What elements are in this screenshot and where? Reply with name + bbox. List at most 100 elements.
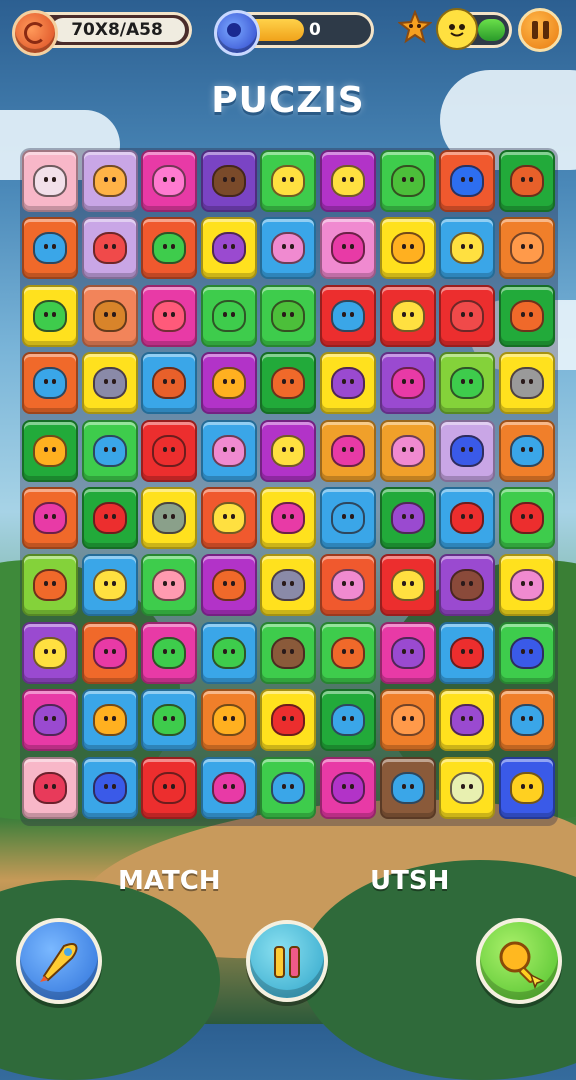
board-tile[interactable] <box>498 487 555 549</box>
board-tile[interactable] <box>498 150 555 212</box>
board-tile[interactable] <box>81 554 138 617</box>
board-tile[interactable] <box>200 217 257 280</box>
board-tile[interactable] <box>81 217 138 280</box>
board-tile[interactable] <box>200 756 257 819</box>
board-tile[interactable] <box>379 756 436 819</box>
board-tile[interactable] <box>22 150 78 212</box>
board-tile[interactable] <box>260 689 317 752</box>
board-tile[interactable] <box>320 419 376 482</box>
board-tile[interactable] <box>439 689 496 752</box>
board-tile[interactable] <box>141 756 198 819</box>
board-tile[interactable] <box>379 217 436 280</box>
board-tile[interactable] <box>379 621 436 684</box>
board-tile[interactable] <box>81 621 138 684</box>
board-tile[interactable] <box>81 419 138 482</box>
board-tile[interactable] <box>200 150 257 212</box>
board-tile[interactable] <box>320 487 376 549</box>
board-tile[interactable] <box>22 419 78 482</box>
board-tile[interactable] <box>141 419 198 482</box>
tile-character-icon <box>211 299 246 332</box>
board-tile[interactable] <box>22 689 78 752</box>
board-tile[interactable] <box>200 689 257 752</box>
board-tile[interactable] <box>379 554 436 617</box>
board-tile[interactable] <box>379 689 436 752</box>
board-tile[interactable] <box>498 554 555 617</box>
rocket-booster-button[interactable] <box>16 918 102 1004</box>
board-tile[interactable] <box>439 352 496 415</box>
board-tile[interactable] <box>260 756 317 819</box>
board-tile[interactable] <box>320 689 376 752</box>
board-tile[interactable] <box>498 284 555 347</box>
board-tile[interactable] <box>439 756 496 819</box>
board-tile[interactable] <box>200 554 257 617</box>
board-tile[interactable] <box>141 284 198 347</box>
board-tile[interactable] <box>22 756 78 819</box>
board-tile[interactable] <box>141 621 198 684</box>
board-tile[interactable] <box>260 487 317 549</box>
board-tile[interactable] <box>379 284 436 347</box>
hint-button[interactable] <box>476 918 562 1004</box>
board-tile[interactable] <box>22 621 78 684</box>
board-tile[interactable] <box>22 217 78 280</box>
board-tile[interactable] <box>200 284 257 347</box>
board-tile[interactable] <box>260 284 317 347</box>
board-tile[interactable] <box>22 554 78 617</box>
board-tile[interactable] <box>498 419 555 482</box>
board-tile[interactable] <box>379 150 436 212</box>
board-tile[interactable] <box>320 621 376 684</box>
board-tile[interactable] <box>200 487 257 549</box>
board-tile[interactable] <box>81 352 138 415</box>
board-tile[interactable] <box>200 419 257 482</box>
board-tile[interactable] <box>200 621 257 684</box>
stats-button[interactable] <box>246 920 328 1002</box>
board-tile[interactable] <box>320 150 376 212</box>
board-tile[interactable] <box>81 150 138 212</box>
board-tile[interactable] <box>200 352 257 415</box>
board-tile[interactable] <box>260 419 317 482</box>
pause-icon[interactable] <box>518 8 562 52</box>
board-tile[interactable] <box>81 756 138 819</box>
board-tile[interactable] <box>439 217 496 280</box>
board-tile[interactable] <box>439 284 496 347</box>
board-tile[interactable] <box>498 217 555 280</box>
board-tile[interactable] <box>22 284 78 347</box>
board-tile[interactable] <box>260 621 317 684</box>
board-tile[interactable] <box>81 689 138 752</box>
tile-character-icon <box>509 636 544 669</box>
board-tile[interactable] <box>141 554 198 617</box>
board-tile[interactable] <box>260 217 317 280</box>
star-character-icon[interactable] <box>398 10 432 44</box>
tile-character-icon <box>33 434 67 467</box>
tile-character-icon <box>390 367 425 400</box>
board-tile[interactable] <box>498 352 555 415</box>
board-tile[interactable] <box>379 419 436 482</box>
board-tile[interactable] <box>81 487 138 549</box>
board-tile[interactable] <box>439 487 496 549</box>
board-tile[interactable] <box>320 352 376 415</box>
board-tile[interactable] <box>22 352 78 415</box>
board-tile[interactable] <box>260 150 317 212</box>
board-tile[interactable] <box>379 352 436 415</box>
board-tile[interactable] <box>320 756 376 819</box>
board-tile[interactable] <box>439 419 496 482</box>
board-tile[interactable] <box>498 621 555 684</box>
board-tile[interactable] <box>141 689 198 752</box>
board-tile[interactable] <box>320 554 376 617</box>
board-tile[interactable] <box>260 352 317 415</box>
board-tile[interactable] <box>320 217 376 280</box>
board-tile[interactable] <box>439 554 496 617</box>
tile-character-icon <box>331 569 365 602</box>
board-tile[interactable] <box>141 150 198 212</box>
board-tile[interactable] <box>439 150 496 212</box>
board-tile[interactable] <box>498 689 555 752</box>
board-tile[interactable] <box>260 554 317 617</box>
board-tile[interactable] <box>379 487 436 549</box>
board-tile[interactable] <box>141 217 198 280</box>
board-tile[interactable] <box>81 284 138 347</box>
board-tile[interactable] <box>141 352 198 415</box>
board-tile[interactable] <box>320 284 376 347</box>
board-tile[interactable] <box>22 487 78 549</box>
board-tile[interactable] <box>498 756 555 819</box>
board-tile[interactable] <box>439 621 496 684</box>
board-tile[interactable] <box>141 487 198 549</box>
